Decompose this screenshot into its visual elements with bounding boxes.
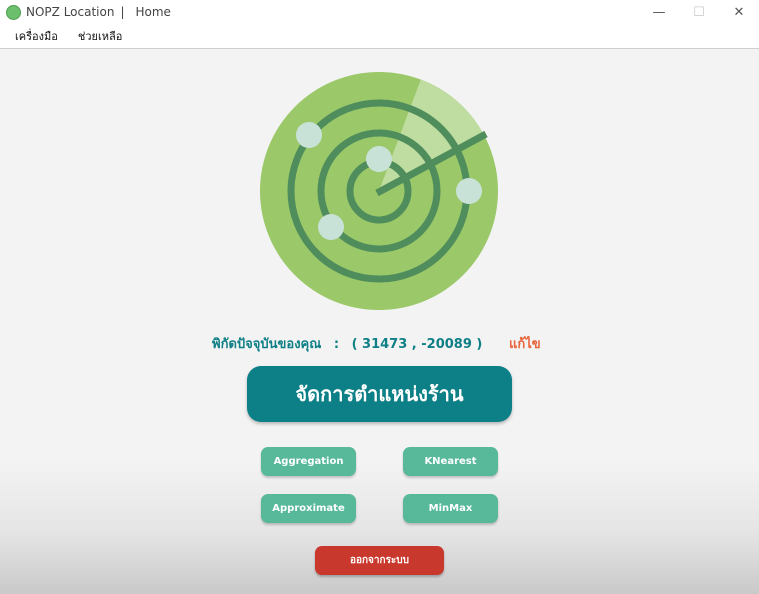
menu-help[interactable]: ช่วยเหลือ: [76, 25, 124, 47]
approximate-button[interactable]: Approximate: [261, 494, 356, 523]
app-logo-icon: [6, 4, 21, 20]
logout-button[interactable]: ออกจากระบบ: [315, 546, 444, 575]
menu-bar: เครื่องมือ ช่วยเหลือ: [0, 24, 759, 49]
title-bar: NOPZ Location | Home — ☐ ✕: [0, 0, 759, 24]
manage-store-location-button[interactable]: จัดการตำแหน่งร้าน: [247, 366, 512, 422]
menu-tools[interactable]: เครื่องมือ: [13, 25, 60, 47]
minmax-button[interactable]: MinMax: [403, 494, 498, 523]
minimize-button[interactable]: —: [639, 0, 679, 24]
radar-blip: [366, 146, 392, 172]
window-controls: — ☐ ✕: [639, 0, 759, 24]
radar-blip: [296, 122, 322, 148]
app-title: NOPZ Location: [26, 5, 115, 19]
radar-blip: [318, 214, 344, 240]
maximize-button[interactable]: ☐: [679, 0, 719, 24]
location-label: พิกัดปัจจุบันของคุณ: [212, 337, 322, 352]
location-value: ( 31473 , -20089 ): [351, 337, 483, 352]
radar-blip: [456, 178, 482, 204]
title-separator: |: [120, 5, 125, 19]
close-button[interactable]: ✕: [719, 0, 759, 24]
edit-location-link[interactable]: แก้ไข: [509, 333, 541, 354]
current-location: พิกัดปัจจุบันของคุณ : ( 31473 , -20089 ): [212, 333, 482, 354]
radar-icon: [260, 72, 498, 310]
location-colon: :: [333, 337, 340, 352]
knearest-button[interactable]: KNearest: [403, 447, 498, 476]
page-title: Home: [135, 5, 171, 19]
aggregation-button[interactable]: Aggregation: [261, 447, 356, 476]
